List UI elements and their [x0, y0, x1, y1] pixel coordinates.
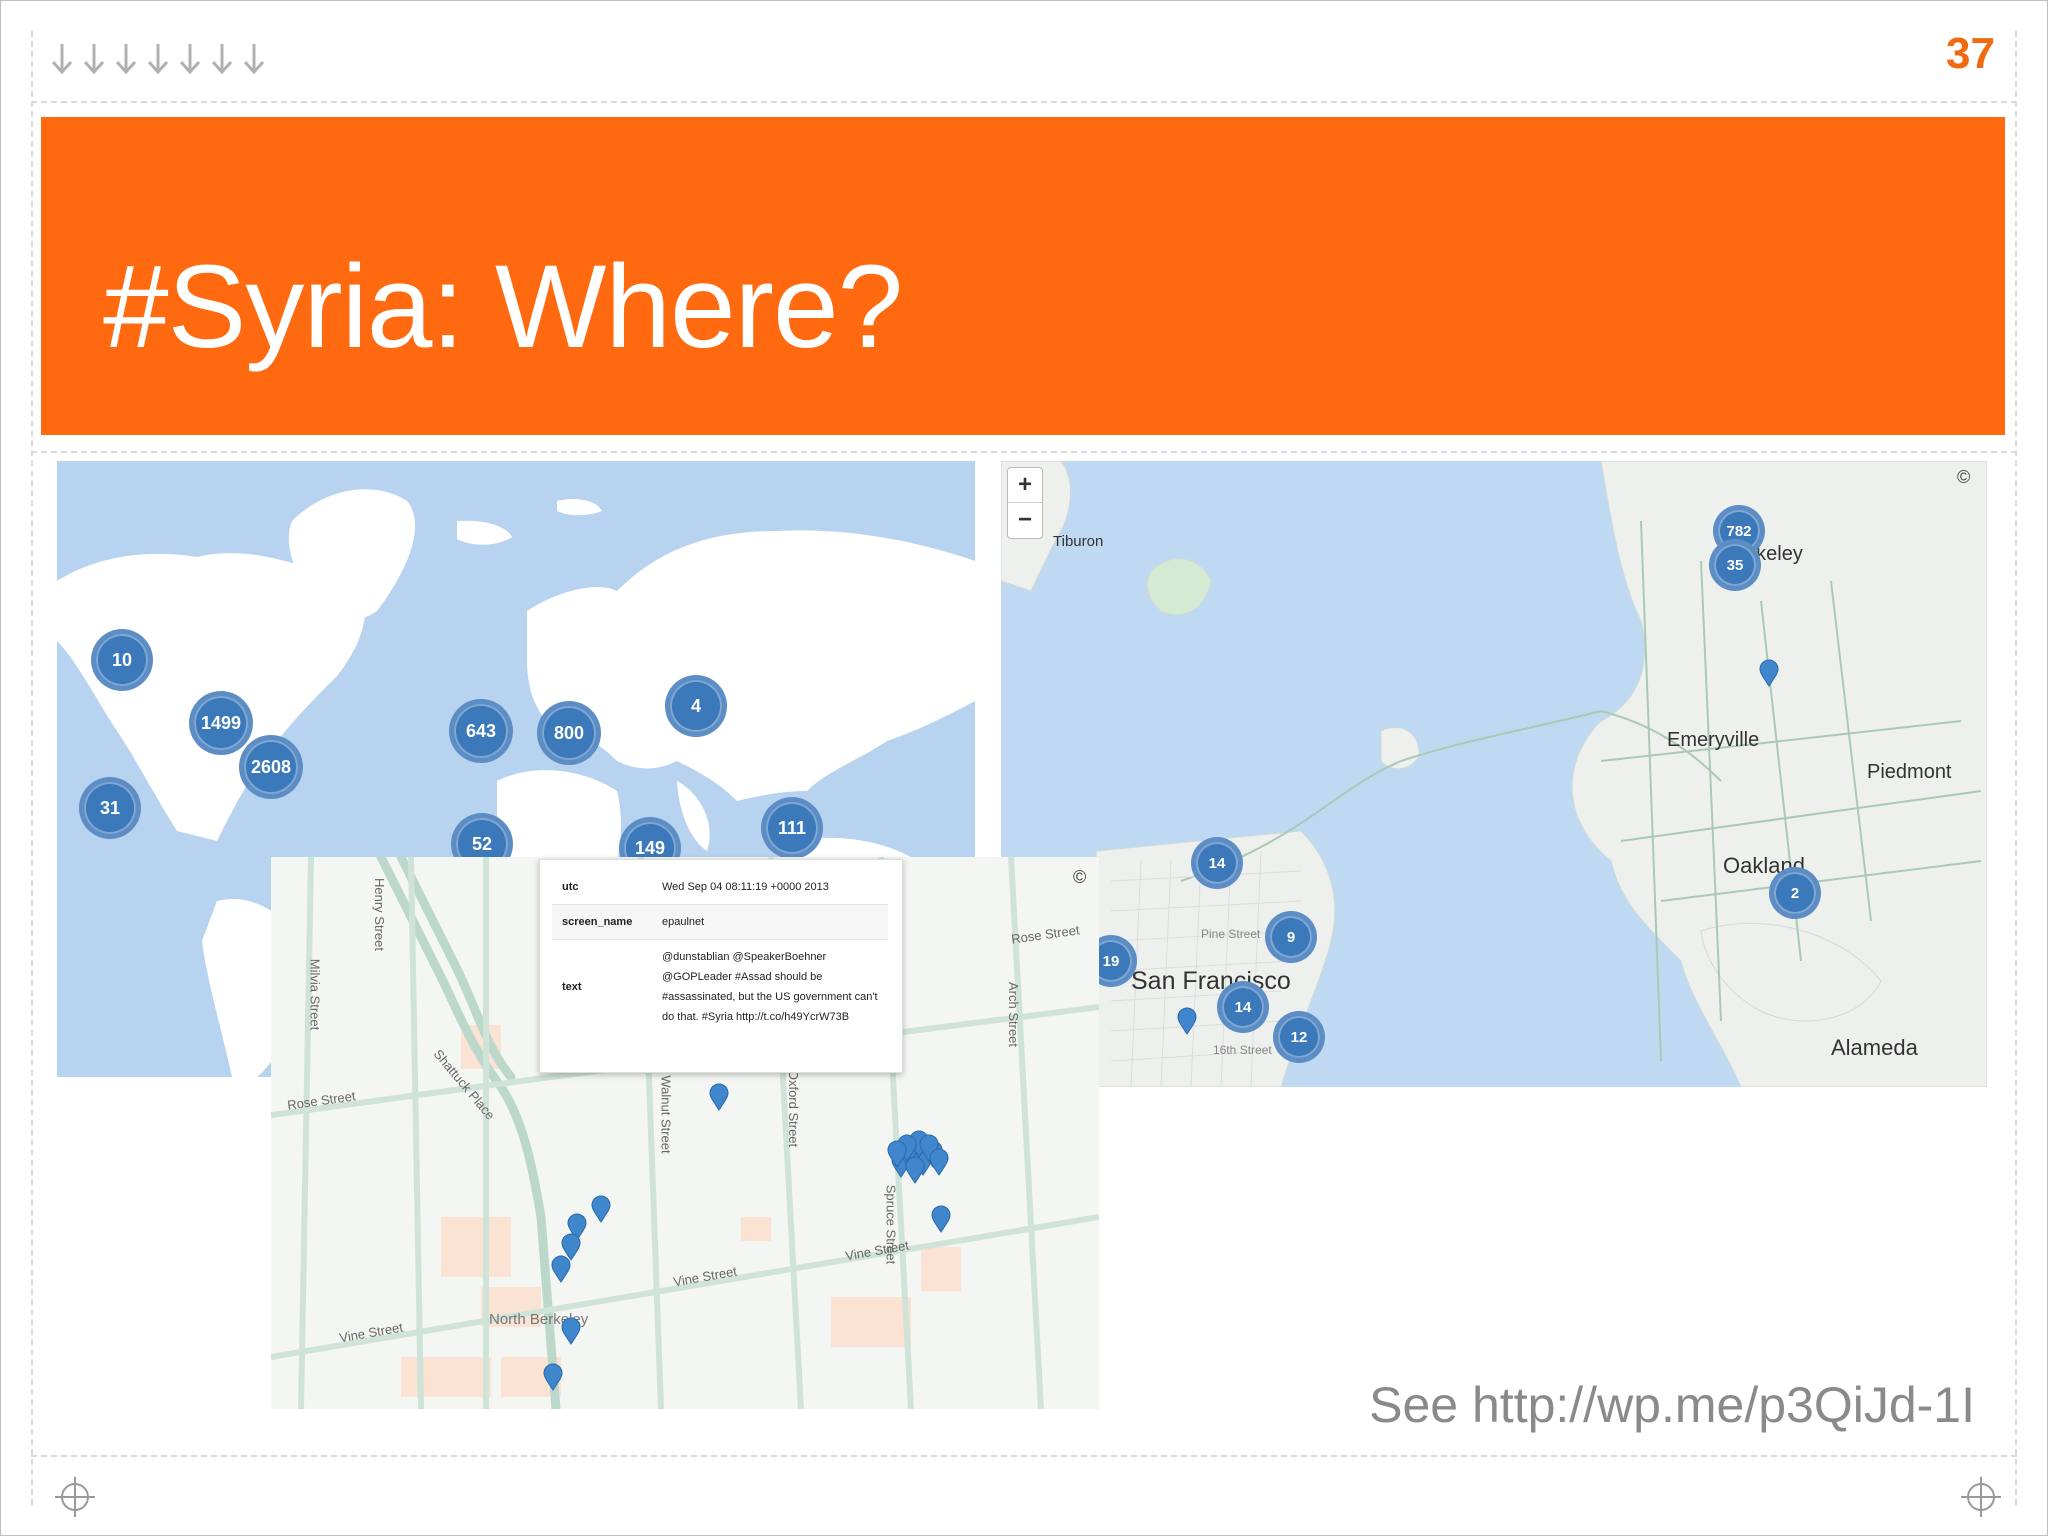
- dense-pin-group[interactable]: [881, 1117, 961, 1197]
- down-arrows-decoration: [49, 41, 267, 77]
- field-value-utc: Wed Sep 04 08:11:19 +0000 2013: [662, 881, 829, 893]
- top-guide-line: [31, 101, 2017, 103]
- place-label-san-francisco: San Francisco: [1131, 967, 1291, 995]
- tweet-cluster[interactable]: 31: [79, 777, 141, 839]
- slide-title: #Syria: Where?: [103, 241, 903, 373]
- map-pin-icon[interactable]: [543, 1363, 563, 1391]
- tweet-cluster[interactable]: 9: [1265, 911, 1317, 963]
- field-value-text: @dunstablian @SpeakerBoehner @GOPLeader …: [652, 939, 888, 1034]
- tweet-cluster[interactable]: 643: [449, 699, 513, 763]
- street-label-henry: Henry Street: [371, 878, 387, 951]
- table-row: utc Wed Sep 04 08:11:19 +0000 2013: [552, 870, 888, 905]
- tweet-details-table: utc Wed Sep 04 08:11:19 +0000 2013 scree…: [552, 870, 888, 1034]
- tweet-popup[interactable]: utc Wed Sep 04 08:11:19 +0000 2013 scree…: [539, 859, 903, 1073]
- map-pin-icon[interactable]: [1177, 1007, 1197, 1035]
- slide: 37 #Syria: Where? 10 1499 2608 31 643 80…: [0, 0, 2048, 1536]
- table-row: text @dunstablian @SpeakerBoehner @GOPLe…: [552, 939, 888, 1034]
- field-key-utc: utc: [562, 881, 579, 893]
- tweet-cluster[interactable]: 800: [537, 701, 601, 765]
- tweet-cluster[interactable]: 2608: [239, 735, 303, 799]
- tweet-cluster[interactable]: 12: [1273, 1011, 1325, 1063]
- tweet-cluster[interactable]: 1499: [189, 691, 253, 755]
- crosshair-icon: [1961, 1477, 2001, 1517]
- down-arrow-icon: [147, 44, 169, 75]
- down-arrow-icon: [51, 44, 73, 75]
- street-label-pine: Pine Street: [1201, 927, 1261, 941]
- place-label-tiburon: Tiburon: [1053, 533, 1104, 550]
- map-pin-icon[interactable]: [551, 1255, 571, 1283]
- map-copyright[interactable]: ©: [1957, 467, 1970, 488]
- map-pin-icon[interactable]: [1759, 659, 1779, 687]
- field-key-screen-name: screen_name: [552, 904, 652, 940]
- place-label-emeryville: Emeryville: [1667, 729, 1760, 751]
- place-label-piedmont: Piedmont: [1867, 761, 1952, 783]
- down-arrow-icon: [243, 44, 265, 75]
- title-banner: #Syria: Where?: [41, 117, 2005, 435]
- street-label-milvia: Milvia Street: [307, 958, 323, 1031]
- street-label-oxford: Oxford Street: [786, 1069, 802, 1148]
- tweet-cluster[interactable]: 2: [1769, 867, 1821, 919]
- tweet-cluster[interactable]: 14: [1191, 837, 1243, 889]
- table-row: screen_name epaulnet: [552, 904, 888, 940]
- street-label-walnut: Walnut Street: [658, 1075, 674, 1154]
- tweet-cluster[interactable]: 10: [91, 629, 153, 691]
- mid-guide-line: [31, 451, 2017, 453]
- tweet-cluster[interactable]: 111: [761, 797, 823, 859]
- bay-area-map[interactable]: + − © Tiburon Berkeley Emeryville Piedmo…: [1001, 461, 1987, 1087]
- field-value-screen-name: epaulnet: [652, 904, 888, 940]
- street-label-arch: Arch Street: [1006, 981, 1022, 1048]
- field-key-text: text: [552, 939, 652, 1034]
- tweet-cluster[interactable]: 4: [665, 675, 727, 737]
- down-arrow-icon: [115, 44, 137, 75]
- map-pin-icon[interactable]: [591, 1195, 611, 1223]
- right-guide-line: [2015, 31, 2017, 1505]
- slide-number: 37: [1946, 29, 1995, 78]
- down-arrow-icon: [83, 44, 105, 75]
- street-label-16th: 16th Street: [1213, 1043, 1272, 1057]
- zoom-out-button[interactable]: −: [1008, 503, 1042, 537]
- left-guide-line: [31, 31, 33, 1505]
- tweet-cluster[interactable]: 35: [1709, 539, 1761, 591]
- zoom-in-button[interactable]: +: [1008, 468, 1042, 503]
- down-arrow-icon: [179, 44, 201, 75]
- map-pin-icon[interactable]: [931, 1205, 951, 1233]
- map-pin-icon[interactable]: [561, 1317, 581, 1345]
- crosshair-icon: [55, 1477, 95, 1517]
- zoom-control: + −: [1007, 467, 1043, 539]
- tweet-cluster[interactable]: 14: [1217, 981, 1269, 1033]
- bottom-guide-line: [31, 1455, 2017, 1457]
- map-pin-icon[interactable]: [709, 1083, 729, 1111]
- street-map-copyright[interactable]: ©: [1073, 867, 1086, 888]
- place-label-alameda: Alameda: [1831, 1035, 1918, 1060]
- source-credit: See http://wp.me/p3QiJd-1I: [1369, 1377, 1975, 1433]
- down-arrow-icon: [211, 44, 233, 75]
